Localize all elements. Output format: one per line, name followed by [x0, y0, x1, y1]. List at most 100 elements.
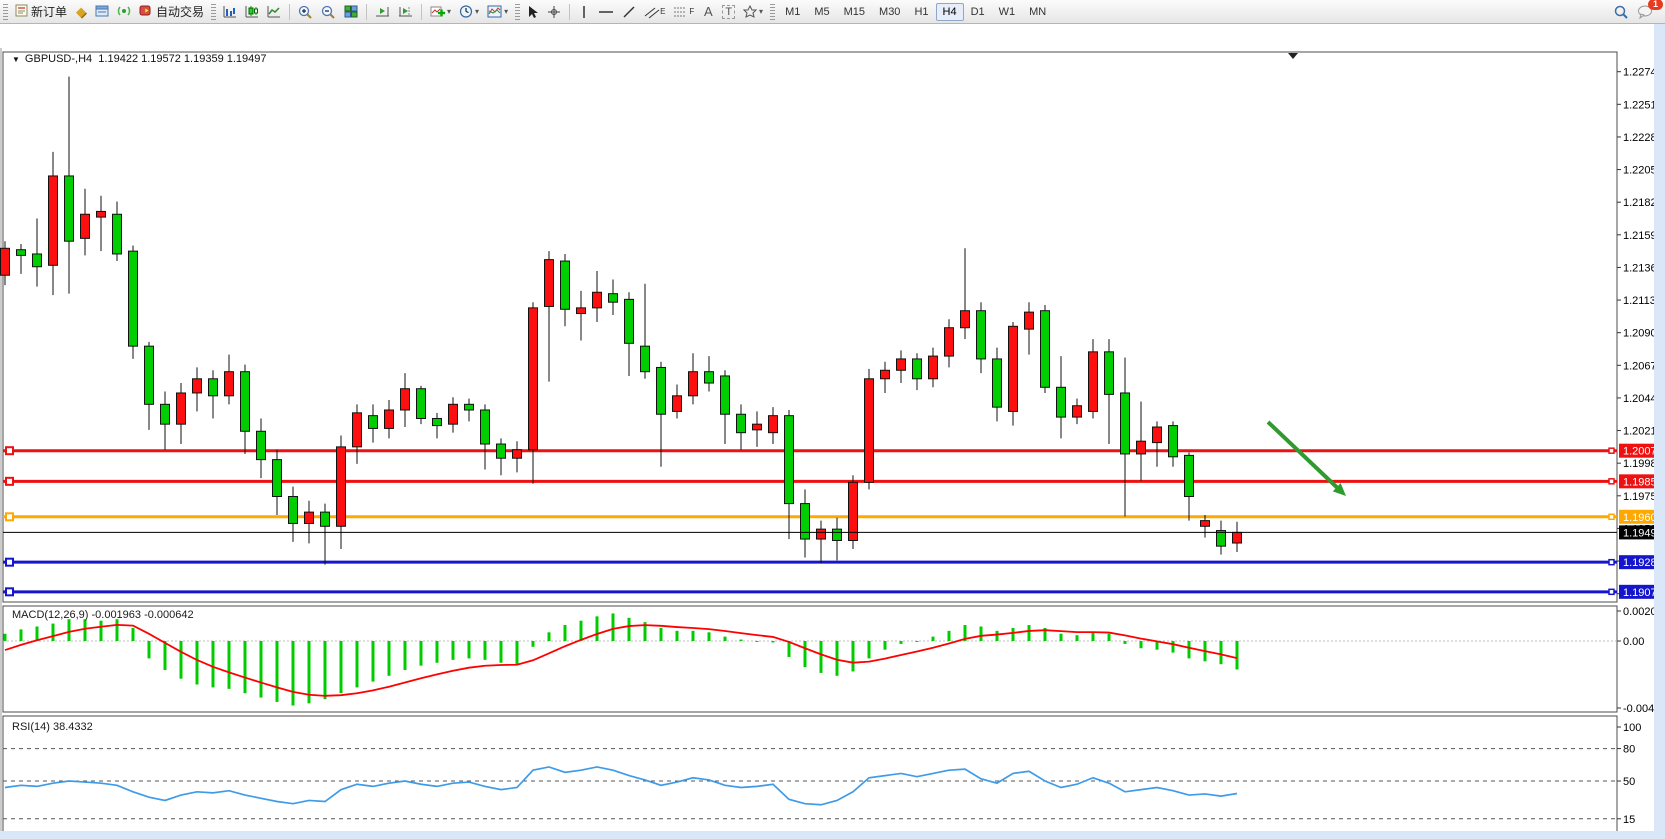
arrows-tool-button[interactable]: ▾ — [739, 2, 767, 22]
templates-button[interactable]: ▾ — [483, 2, 512, 22]
signals-button[interactable] — [113, 2, 135, 22]
candle — [1105, 352, 1114, 395]
zoom-in-button[interactable] — [294, 2, 317, 22]
chevron-down-icon: ▾ — [759, 7, 763, 16]
rsi-axis-label: 100 — [1623, 722, 1641, 734]
blue-window-icon — [95, 4, 109, 20]
shapes-icon — [743, 5, 757, 18]
bar-chart-button[interactable] — [219, 2, 241, 22]
auto-scroll-button[interactable] — [371, 2, 394, 22]
zoom-out-icon — [321, 5, 336, 19]
chevron-down-icon: ▾ — [447, 7, 451, 16]
timeframe-m5[interactable]: M5 — [807, 3, 836, 21]
macd-histogram-bar — [180, 641, 183, 679]
candle — [945, 328, 954, 356]
line-handle[interactable] — [1609, 560, 1614, 565]
candle — [65, 176, 74, 241]
timeframe-m15[interactable]: M15 — [837, 3, 872, 21]
macd-histogram-bar — [756, 641, 759, 642]
terminal-button[interactable] — [91, 2, 113, 22]
chart-shift-button[interactable] — [394, 2, 417, 22]
vertical-line-tool-button[interactable] — [574, 2, 594, 22]
trendline-tool-button[interactable] — [618, 2, 640, 22]
line-handle[interactable] — [6, 478, 13, 485]
macd-histogram-bar — [708, 632, 711, 641]
timeframe-w1[interactable]: W1 — [992, 3, 1023, 21]
candle — [1041, 311, 1050, 388]
vertical-line-icon — [579, 5, 589, 19]
new-order-button[interactable]: 新订单 — [11, 2, 71, 22]
text-label-tool-button[interactable]: T — [718, 2, 739, 22]
candle — [1137, 441, 1146, 454]
toolbar-grip[interactable] — [3, 4, 8, 20]
mt4-application: 新订单 ◆ 自动交易 — [0, 0, 1665, 839]
market-watch-button[interactable]: ◆ — [71, 2, 91, 22]
line-handle[interactable] — [1609, 589, 1614, 594]
candle — [897, 359, 906, 370]
search-button[interactable] — [1610, 2, 1633, 22]
candle — [593, 292, 602, 308]
toolbar-grip[interactable] — [515, 4, 520, 20]
toolbar-grip[interactable] — [770, 4, 775, 20]
macd-histogram-bar — [100, 621, 103, 641]
rsi-panel-frame — [3, 716, 1617, 839]
timeframe-d1[interactable]: D1 — [964, 3, 992, 21]
channel-tool-button[interactable]: E — [640, 2, 669, 22]
chart-canvas[interactable]: 1.227451.225151.222851.220551.218251.215… — [0, 48, 1665, 839]
macd-histogram-bar — [548, 632, 551, 641]
line-chart-button[interactable] — [263, 2, 285, 22]
text-tool-button[interactable]: A — [698, 2, 718, 22]
notifications-button[interactable]: 1 — [1633, 2, 1657, 22]
horizontal-line-tool-button[interactable] — [594, 2, 618, 22]
timeframe-h1[interactable]: H1 — [907, 3, 935, 21]
timeframe-m1[interactable]: M1 — [778, 3, 807, 21]
zoom-out-button[interactable] — [317, 2, 340, 22]
line-handle[interactable] — [6, 447, 13, 454]
signal-icon — [117, 4, 131, 20]
macd-histogram-bar — [980, 627, 983, 642]
timeframe-h4[interactable]: H4 — [936, 3, 964, 21]
bar-chart-icon — [223, 5, 237, 18]
toolbar-grip[interactable] — [211, 4, 216, 20]
line-handle[interactable] — [6, 513, 13, 520]
cursor-tool-button[interactable] — [523, 2, 543, 22]
periods-button[interactable]: ▾ — [455, 2, 483, 22]
line-handle[interactable] — [1609, 514, 1614, 519]
candle — [1, 248, 10, 275]
candle — [865, 379, 874, 483]
auto-scroll-icon — [375, 5, 390, 18]
macd-histogram-bar — [420, 641, 423, 666]
candle — [993, 359, 1002, 407]
horizontal-line-icon — [598, 5, 614, 19]
line-handle[interactable] — [6, 559, 13, 566]
line-handle[interactable] — [6, 588, 13, 595]
macd-histogram-bar — [820, 641, 823, 673]
macd-histogram-bar — [1076, 635, 1079, 641]
macd-histogram-bar — [52, 624, 55, 641]
timeframe-mn[interactable]: MN — [1022, 3, 1053, 21]
line-chart-icon — [267, 5, 281, 18]
chart-shift-marker[interactable] — [1288, 53, 1298, 59]
tile-windows-button[interactable] — [340, 2, 362, 22]
line-handle[interactable] — [1609, 448, 1614, 453]
macd-histogram-bar — [932, 637, 935, 641]
candlestick-chart-button[interactable] — [241, 2, 263, 22]
line-handle[interactable] — [1609, 479, 1614, 484]
indicators-button[interactable]: ▾ — [426, 2, 455, 22]
candle — [913, 359, 922, 379]
macd-histogram-bar — [1188, 641, 1191, 658]
timeframe-m30[interactable]: M30 — [872, 3, 907, 21]
candle — [193, 379, 202, 393]
collapse-triangle-icon[interactable]: ▼ — [12, 55, 20, 64]
crosshair-tool-button[interactable] — [543, 2, 565, 22]
auto-trading-button[interactable]: 自动交易 — [135, 2, 208, 22]
macd-histogram-bar — [20, 629, 23, 641]
template-icon — [487, 5, 502, 18]
fibonacci-tool-button[interactable]: F — [669, 2, 698, 22]
macd-histogram-bar — [436, 641, 439, 663]
fibo-letter: F — [689, 7, 694, 16]
candle — [273, 460, 282, 497]
candle — [337, 447, 346, 526]
macd-histogram-bar — [324, 641, 327, 699]
new-order-label: 新订单 — [31, 3, 67, 20]
